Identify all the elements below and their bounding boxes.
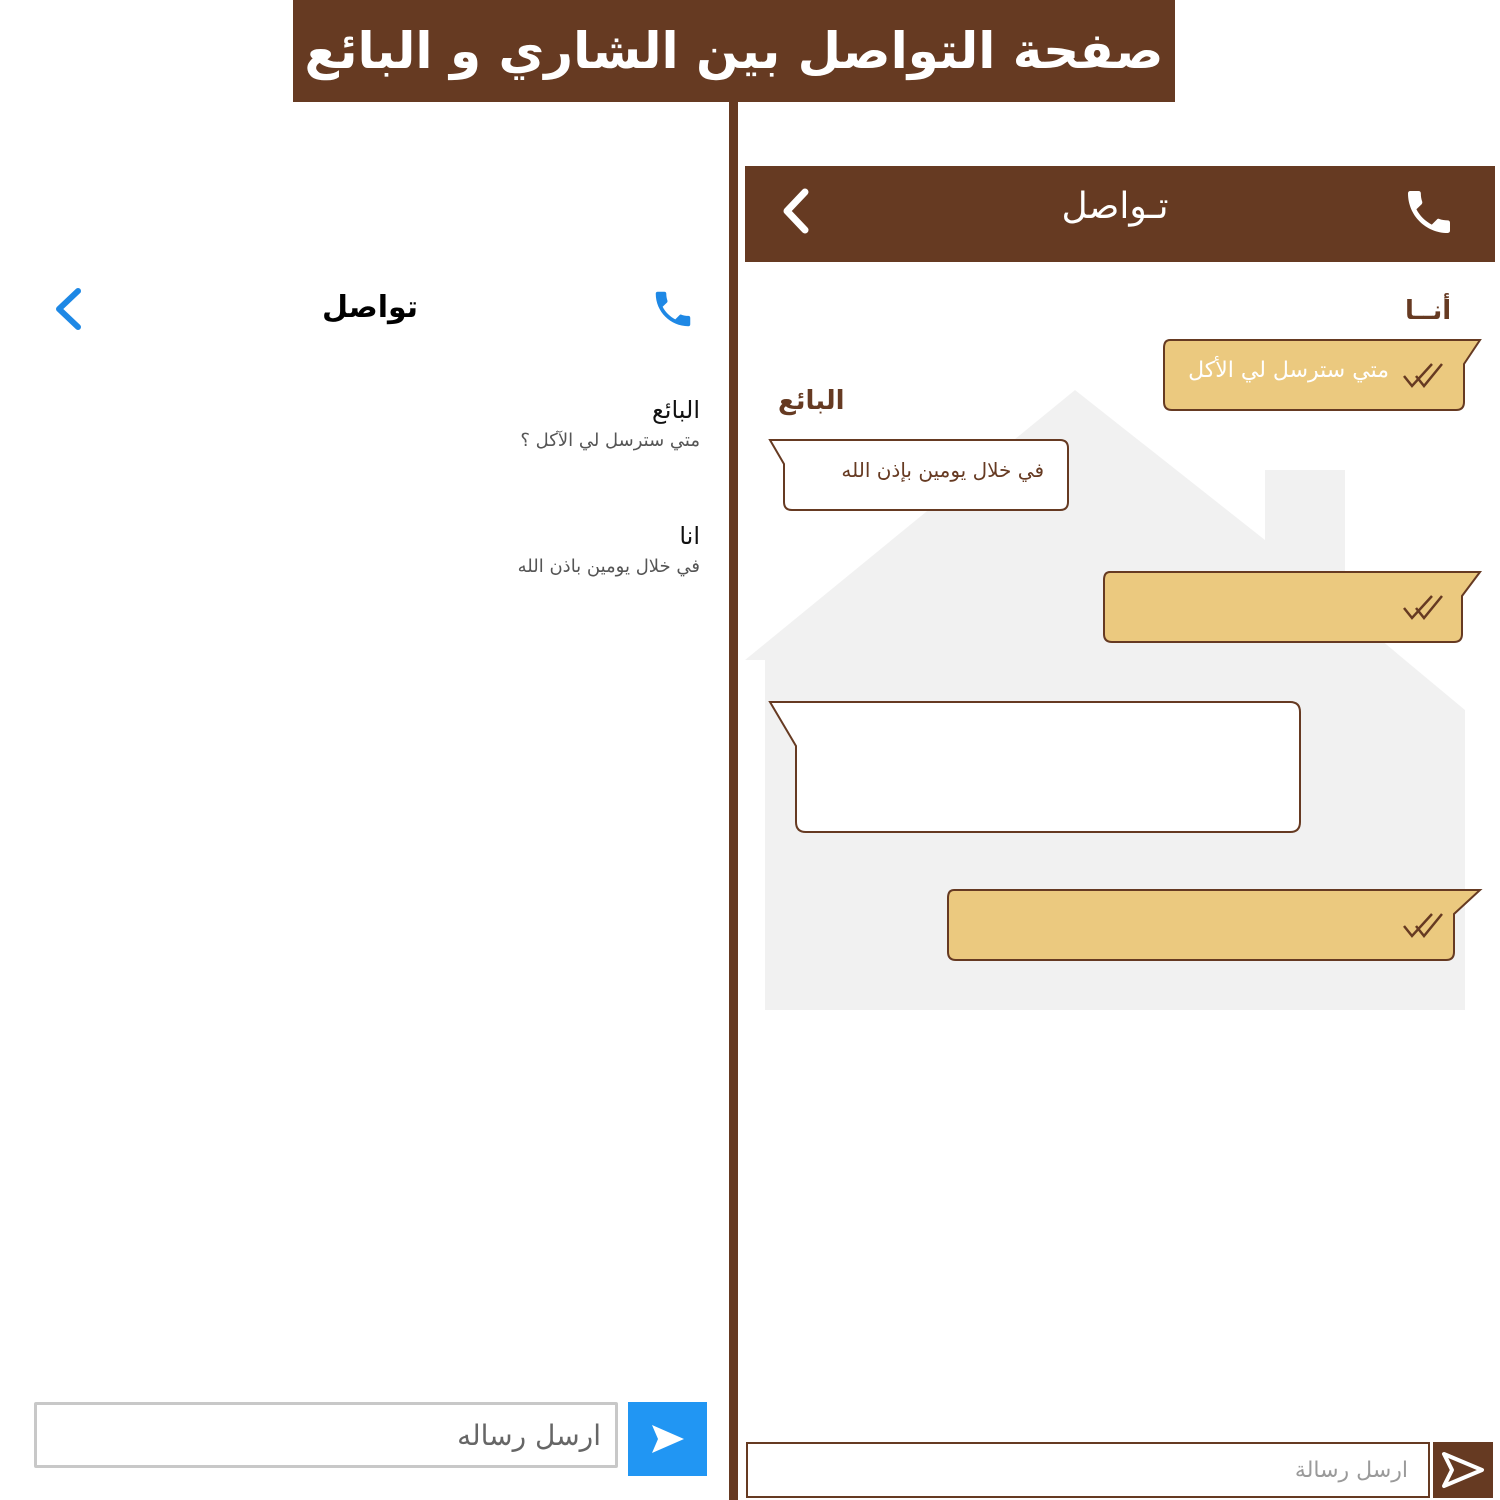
double-check-icon xyxy=(1403,913,1443,938)
phone-icon[interactable] xyxy=(1400,184,1458,240)
message-bubble-seller[interactable]: في خلال يومين بإذن الله xyxy=(764,436,1074,516)
send-icon xyxy=(1442,1452,1484,1488)
me-label: أنــا xyxy=(1405,296,1452,326)
page-title: تواصل xyxy=(321,290,419,325)
message-bubble-me[interactable] xyxy=(944,886,1485,966)
message-sender: انا xyxy=(679,522,700,550)
message-text: متي سترسل لي الأكل xyxy=(1188,358,1389,383)
list-item[interactable]: انا في خلال يومين باذن الله xyxy=(518,522,700,577)
message-sender: البائع xyxy=(652,396,700,424)
message-bubble-me[interactable]: متي سترسل لي الأكل xyxy=(1160,336,1485,416)
send-icon xyxy=(651,1425,684,1453)
chevron-left-icon[interactable] xyxy=(50,286,90,332)
page-title: تـواصل xyxy=(1061,186,1169,227)
message-bubble-seller[interactable] xyxy=(764,698,1309,840)
send-button[interactable] xyxy=(628,1402,707,1476)
seller-label: البائع xyxy=(778,386,845,416)
screen-divider xyxy=(729,102,738,1500)
app-header: تـواصل xyxy=(745,166,1495,262)
double-check-icon xyxy=(1403,595,1443,620)
message-text: متي سترسل لي الآكل ؟ xyxy=(520,430,700,451)
chevron-left-icon[interactable] xyxy=(775,186,819,236)
list-item[interactable]: البائع متي سترسل لي الآكل ؟ xyxy=(520,396,700,451)
page-banner: صفحة التواصل بين الشاري و البائع xyxy=(293,0,1175,102)
send-button[interactable] xyxy=(1433,1442,1493,1498)
message-text: في خلال يومين بإذن الله xyxy=(841,458,1044,482)
message-text: في خلال يومين باذن الله xyxy=(517,556,700,577)
phone-icon[interactable] xyxy=(650,286,696,332)
double-check-icon xyxy=(1403,363,1443,388)
banner-title: صفحة التواصل بين الشاري و البائع xyxy=(304,22,1164,80)
message-bubble-me[interactable] xyxy=(1100,568,1485,648)
message-input[interactable] xyxy=(746,1442,1430,1498)
message-input[interactable] xyxy=(34,1402,618,1468)
